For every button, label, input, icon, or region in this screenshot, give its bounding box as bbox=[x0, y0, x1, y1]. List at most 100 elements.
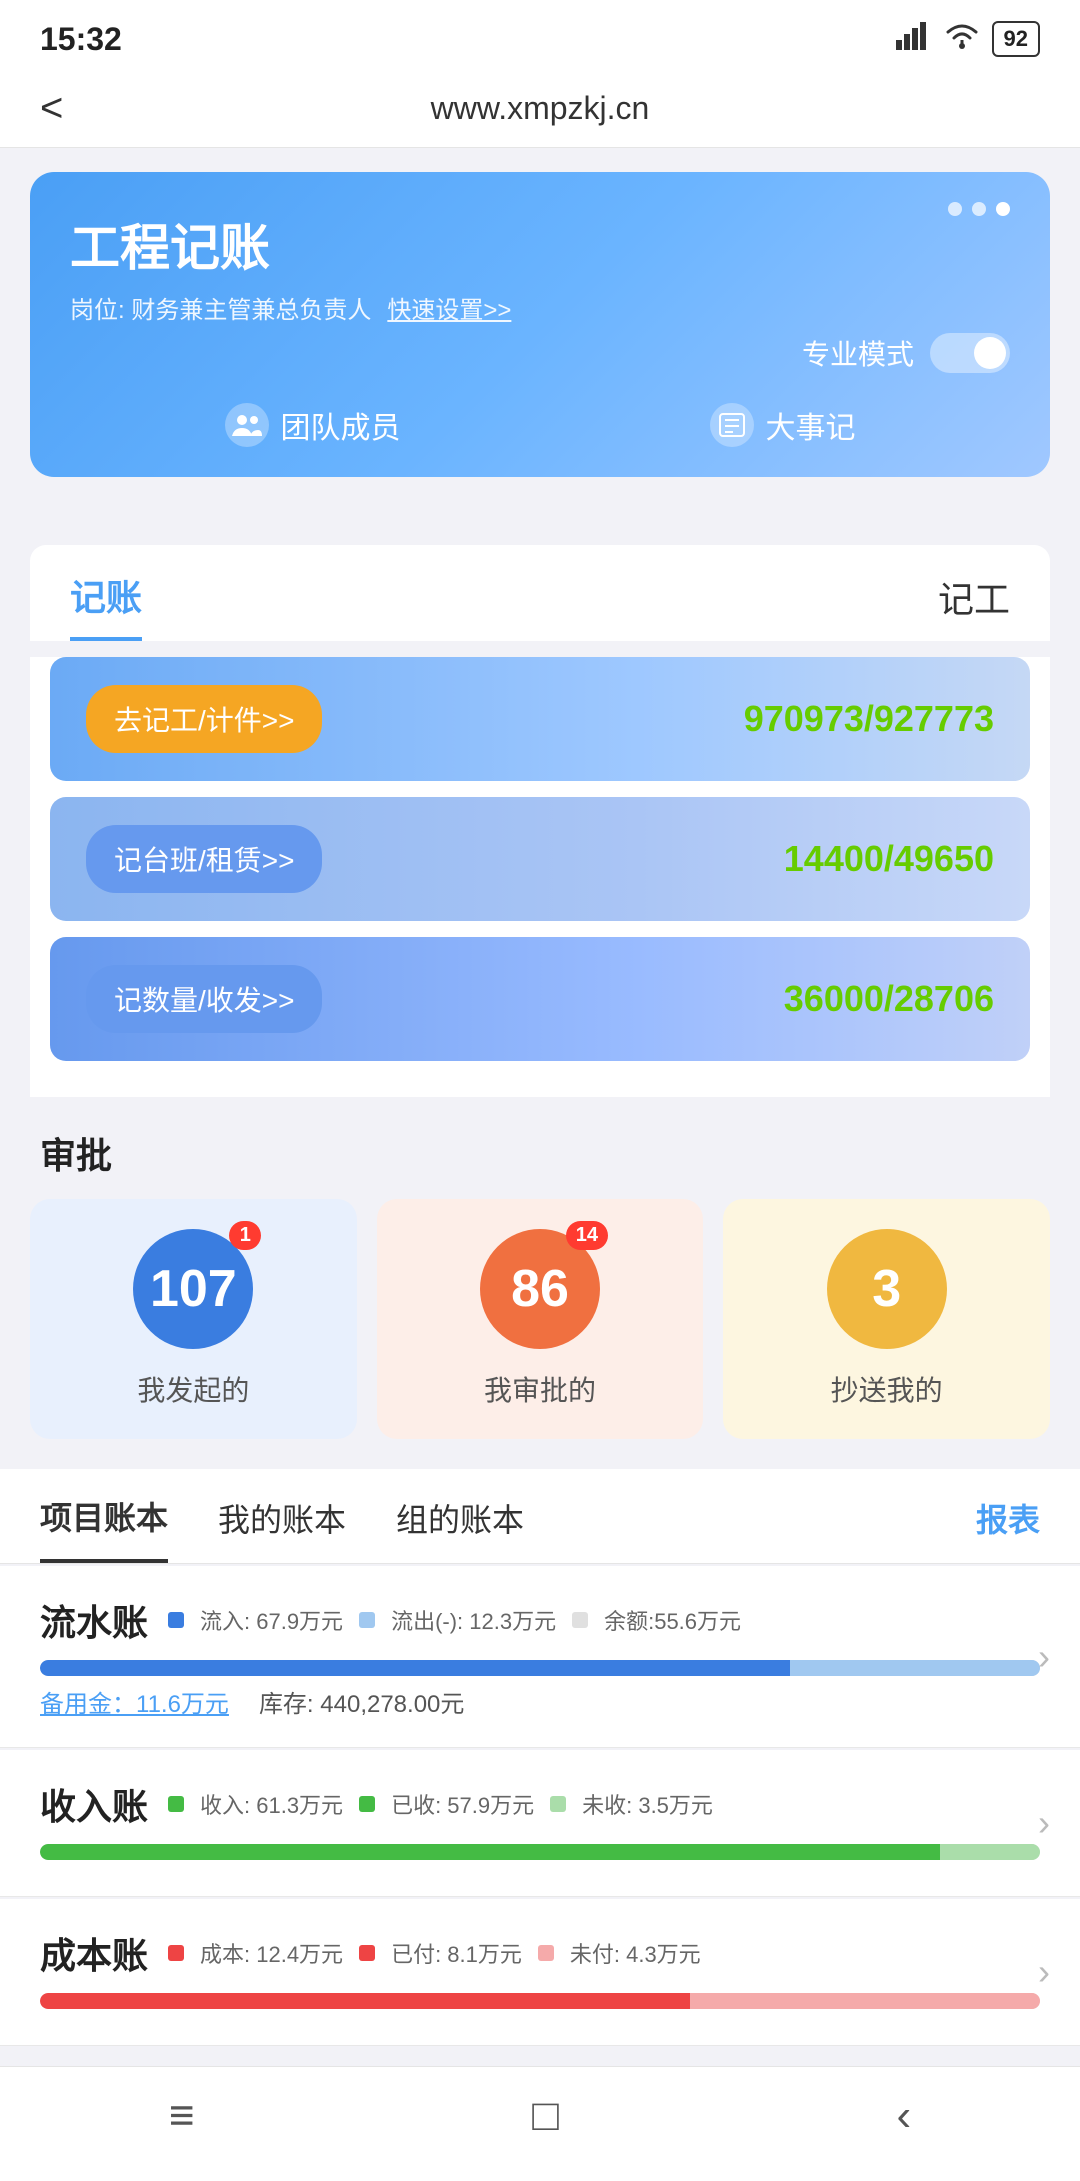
team-action[interactable]: 团队成员 bbox=[225, 403, 401, 447]
approval-card-initiated[interactable]: 107 1 我发起的 bbox=[30, 1199, 357, 1439]
cost-unpaid-label: 未付: 4.3万元 bbox=[570, 1937, 701, 1969]
work-items-list: 去记工/计件>> 970973/927773 记台班/租赁>> 14400/49… bbox=[30, 657, 1050, 1097]
approval-label-pending: 我审批的 bbox=[484, 1369, 596, 1409]
income-chevron: › bbox=[1038, 1802, 1050, 1844]
approval-card-cc[interactable]: 3 抄送我的 bbox=[723, 1199, 1050, 1439]
income-received-label: 已收: 57.9万元 bbox=[391, 1788, 534, 1820]
cashflow-title: 流水账 bbox=[40, 1594, 148, 1646]
cost-header: 成本账 成本: 12.4万元 已付: 8.1万元 未付: 4.3万元 bbox=[40, 1927, 1040, 1979]
team-label: 团队成员 bbox=[281, 403, 401, 447]
bottom-nav-menu[interactable]: ≡ bbox=[169, 2091, 195, 2141]
toggle-thumb bbox=[974, 337, 1006, 369]
cost-paid-label: 已付: 8.1万元 bbox=[391, 1937, 522, 1969]
wifi-icon bbox=[944, 22, 980, 57]
cashflow-dot-inflow bbox=[168, 1612, 184, 1628]
card-dots bbox=[948, 202, 1010, 216]
ledger-nav-tab-mine[interactable]: 我的账本 bbox=[218, 1495, 346, 1561]
income-progress bbox=[40, 1844, 1040, 1860]
cashflow-inflow-label: 流入: 67.9万元 bbox=[200, 1604, 343, 1636]
eng-card: 工程记账 岗位: 财务兼主管兼总负责人 快速设置>> 专业模式 bbox=[30, 172, 1050, 477]
cashflow-header: 流水账 流入: 67.9万元 流出(-): 12.3万元 余额:55.6万元 bbox=[40, 1594, 1040, 1646]
milestone-label: 大事记 bbox=[766, 403, 856, 447]
work-values-2: 14400/49650 bbox=[784, 838, 994, 880]
work-values-1: 970973/927773 bbox=[744, 698, 994, 740]
income-total-label: 收入: 61.3万元 bbox=[200, 1788, 343, 1820]
eng-card-position: 岗位: 财务兼主管兼总负责人 快速设置>> bbox=[70, 290, 1010, 325]
cashflow-bar-outflow bbox=[790, 1660, 1040, 1676]
income-bar-received bbox=[40, 1844, 940, 1860]
work-btn-1[interactable]: 去记工/计件>> bbox=[86, 685, 322, 753]
approval-card-pending[interactable]: 86 14 我审批的 bbox=[377, 1199, 704, 1439]
pro-mode-label: 专业模式 bbox=[802, 333, 914, 373]
cost-dot-paid bbox=[359, 1945, 375, 1961]
dot-3 bbox=[996, 202, 1010, 216]
cashflow-dot-outflow bbox=[359, 1612, 375, 1628]
quick-set-button[interactable]: 快速设置>> bbox=[387, 290, 511, 325]
nav-url: www.xmpzkj.cn bbox=[431, 90, 650, 127]
ledger-card-cashflow[interactable]: 流水账 流入: 67.9万元 流出(-): 12.3万元 余额:55.6万元 备… bbox=[0, 1566, 1080, 1748]
cashflow-dot-balance bbox=[572, 1612, 588, 1628]
cashflow-inventory: 库存: 440,278.00元 bbox=[259, 1684, 464, 1719]
bottom-nav-home[interactable]: □ bbox=[532, 2091, 559, 2141]
cashflow-bar-inflow bbox=[40, 1660, 790, 1676]
dot-1 bbox=[948, 202, 962, 216]
pro-mode-toggle[interactable] bbox=[930, 333, 1010, 373]
cost-dot-total bbox=[168, 1945, 184, 1961]
bottom-nav: ≡ □ ‹ bbox=[0, 2066, 1080, 2181]
pro-mode-row: 专业模式 bbox=[70, 333, 1010, 373]
cost-progress bbox=[40, 1993, 1040, 2009]
nav-bar: < www.xmpzkj.cn bbox=[0, 70, 1080, 148]
back-button[interactable]: < bbox=[40, 86, 63, 131]
work-item-2[interactable]: 记台班/租赁>> 14400/49650 bbox=[50, 797, 1030, 921]
status-time: 15:32 bbox=[40, 21, 122, 58]
income-header: 收入账 收入: 61.3万元 已收: 57.9万元 未收: 3.5万元 bbox=[40, 1778, 1040, 1830]
ledger-tab-bar: 记账 记工 bbox=[30, 545, 1050, 641]
tab-work[interactable]: 记工 bbox=[938, 571, 1010, 639]
income-bar-pending bbox=[940, 1844, 1040, 1860]
approval-circle-cc: 3 bbox=[827, 1229, 947, 1349]
tab-ledger[interactable]: 记账 bbox=[70, 569, 142, 641]
ledger-card-income[interactable]: 收入账 收入: 61.3万元 已收: 57.9万元 未收: 3.5万元 › bbox=[0, 1750, 1080, 1897]
income-dot-pending bbox=[550, 1796, 566, 1812]
income-stats: 收入: 61.3万元 已收: 57.9万元 未收: 3.5万元 bbox=[168, 1788, 713, 1820]
signal-icon bbox=[896, 22, 932, 57]
cashflow-outflow-label: 流出(-): 12.3万元 bbox=[391, 1604, 556, 1636]
milestone-action[interactable]: 大事记 bbox=[710, 403, 856, 447]
cashflow-extra: 备用金：11.6万元 库存: 440,278.00元 bbox=[40, 1684, 1040, 1719]
work-btn-2[interactable]: 记台班/租赁>> bbox=[86, 825, 322, 893]
cost-dot-unpaid bbox=[538, 1945, 554, 1961]
approval-label-initiated: 我发起的 bbox=[137, 1369, 249, 1409]
approval-label-cc: 抄送我的 bbox=[831, 1369, 943, 1409]
cost-bar-unpaid bbox=[690, 1993, 1040, 2009]
cost-chevron: › bbox=[1038, 1951, 1050, 1993]
cashflow-stats: 流入: 67.9万元 流出(-): 12.3万元 余额:55.6万元 bbox=[168, 1604, 741, 1636]
approval-circle-pending: 86 14 bbox=[480, 1229, 600, 1349]
eng-card-title: 工程记账 bbox=[70, 208, 1010, 280]
work-item-1[interactable]: 去记工/计件>> 970973/927773 bbox=[50, 657, 1030, 781]
cashflow-reserve-link[interactable]: 备用金：11.6万元 bbox=[40, 1684, 229, 1719]
cost-title: 成本账 bbox=[40, 1927, 148, 1979]
cashflow-progress bbox=[40, 1660, 1040, 1676]
income-pending-label: 未收: 3.5万元 bbox=[582, 1788, 713, 1820]
income-title: 收入账 bbox=[40, 1778, 148, 1830]
income-dot-received bbox=[359, 1796, 375, 1812]
ledger-nav: 项目账本 我的账本 组的账本 报表 bbox=[0, 1469, 1080, 1564]
cost-bar-paid bbox=[40, 1993, 690, 2009]
ledger-report-button[interactable]: 报表 bbox=[976, 1495, 1040, 1561]
battery-icon: 92 bbox=[992, 21, 1040, 57]
work-item-3[interactable]: 记数量/收发>> 36000/28706 bbox=[50, 937, 1030, 1061]
income-dot-total bbox=[168, 1796, 184, 1812]
eng-card-actions: 团队成员 大事记 bbox=[70, 403, 1010, 447]
status-icons: 92 bbox=[896, 21, 1040, 57]
status-bar: 15:32 92 bbox=[0, 0, 1080, 70]
ledger-nav-tab-group[interactable]: 组的账本 bbox=[396, 1495, 524, 1561]
ledger-card-cost[interactable]: 成本账 成本: 12.4万元 已付: 8.1万元 未付: 4.3万元 › bbox=[0, 1899, 1080, 2046]
bottom-nav-back[interactable]: ‹ bbox=[896, 2091, 911, 2141]
cost-stats: 成本: 12.4万元 已付: 8.1万元 未付: 4.3万元 bbox=[168, 1937, 701, 1969]
ledger-nav-tab-project[interactable]: 项目账本 bbox=[40, 1493, 168, 1563]
milestone-icon bbox=[710, 403, 754, 447]
approval-row: 107 1 我发起的 86 14 我审批的 3 抄送我的 bbox=[0, 1199, 1080, 1469]
dot-2 bbox=[972, 202, 986, 216]
cashflow-balance-label: 余额:55.6万元 bbox=[604, 1604, 741, 1636]
work-btn-3[interactable]: 记数量/收发>> bbox=[86, 965, 322, 1033]
